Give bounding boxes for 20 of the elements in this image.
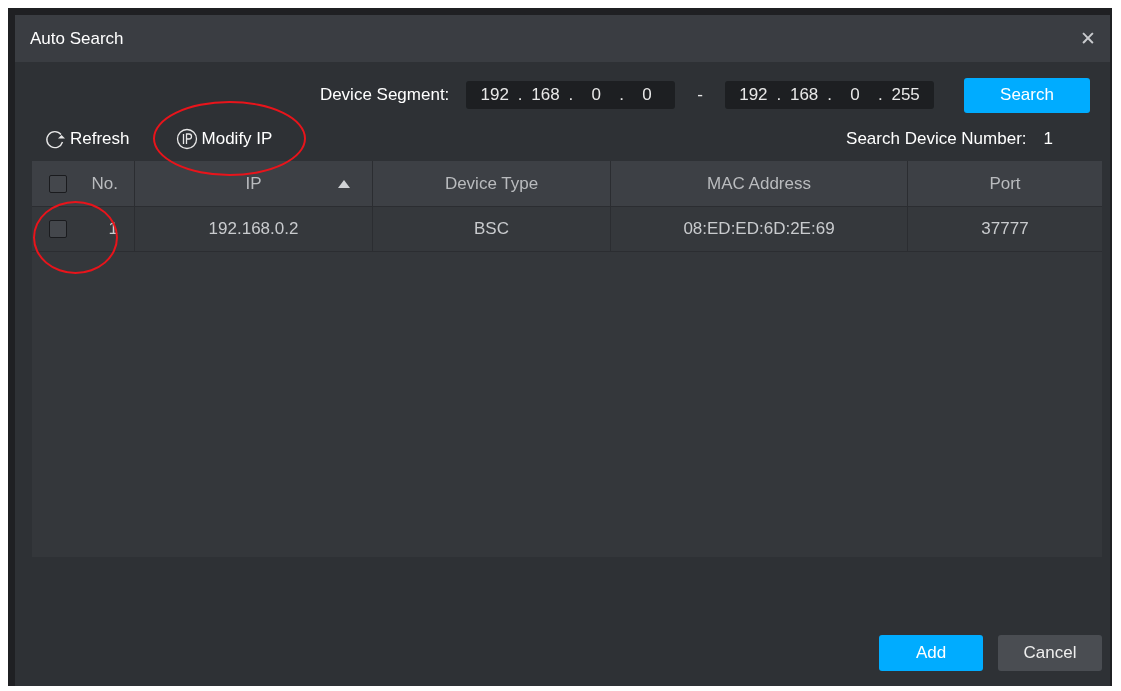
- table-cell: BSC: [373, 207, 611, 251]
- cancel-button[interactable]: Cancel: [998, 635, 1102, 671]
- window-title: Auto Search: [30, 28, 125, 49]
- end-ip-field[interactable]: 192 . 168 . 0 . 255: [725, 81, 934, 109]
- table-cell-text: 37777: [980, 218, 1030, 240]
- select-all-checkbox[interactable]: [49, 174, 67, 193]
- row-checkbox[interactable]: [49, 220, 67, 238]
- refresh-icon: [44, 128, 66, 150]
- ip-icon: [175, 128, 198, 150]
- table-cell: 08:ED:ED:6D:2E:69: [611, 207, 908, 251]
- modify-ip-button[interactable]: Modify IP: [175, 128, 273, 150]
- device-count-label: Search Device Number:: [846, 129, 1027, 149]
- column-header[interactable]: Port: [908, 161, 1102, 206]
- range-dash: -: [697, 85, 703, 105]
- device-count: 1: [1043, 129, 1053, 149]
- refresh-button[interactable]: Refresh: [44, 128, 130, 150]
- segment-label: Device Segment:: [319, 85, 450, 105]
- table-cell: 192.168.0.2: [135, 207, 373, 251]
- start-ip-field[interactable]: 192 . 168 . 0 . 0: [466, 81, 676, 109]
- close-button[interactable]: ✕: [1078, 27, 1098, 50]
